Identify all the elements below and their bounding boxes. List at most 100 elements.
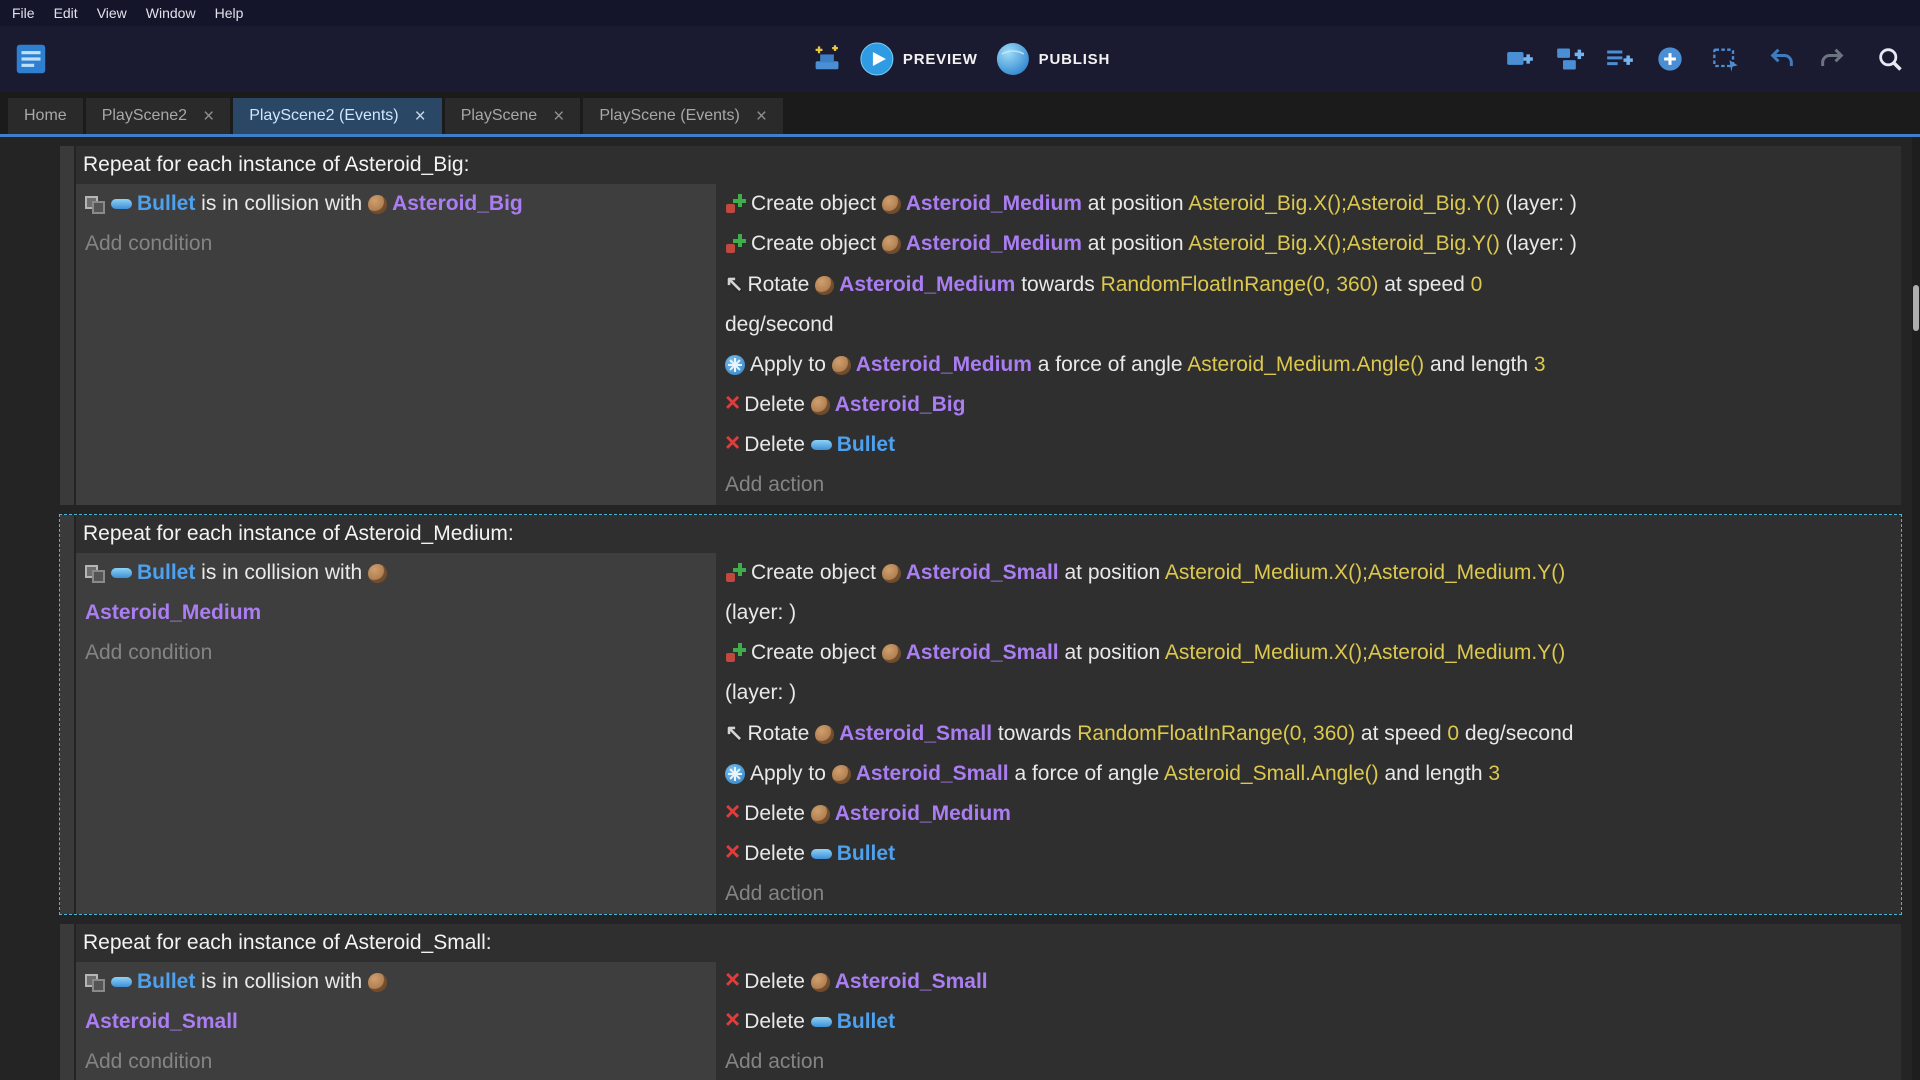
condition-row[interactable]: Bullet is in collision with Asteroid_Big xyxy=(85,184,707,224)
add-action-button[interactable]: Add action xyxy=(725,1042,1892,1080)
tab-playscene-events[interactable]: PlayScene (Events) × xyxy=(583,98,783,134)
build-button[interactable] xyxy=(810,43,842,75)
action-row[interactable]: Apply to Asteroid_Medium a force of angl… xyxy=(725,345,1892,385)
force-icon xyxy=(725,764,745,784)
close-icon[interactable]: × xyxy=(415,107,426,126)
add-action-button[interactable]: Add action xyxy=(725,465,1892,505)
action-row[interactable]: Create object Asteroid_Small at position… xyxy=(725,633,1892,713)
object-name: Bullet xyxy=(137,970,195,993)
conditions-column: Bullet is in collision with Asteroid_Sma… xyxy=(76,962,716,1080)
add-other-events-button[interactable] xyxy=(1656,45,1684,73)
text: is in collision with xyxy=(195,561,368,584)
action-row[interactable]: Create object Asteroid_Medium at positio… xyxy=(725,224,1892,264)
text: and length xyxy=(1379,762,1489,785)
text: (layer: ) xyxy=(1500,192,1577,215)
delete-icon: × xyxy=(725,838,740,864)
close-icon[interactable]: × xyxy=(203,107,214,126)
text: at speed xyxy=(1378,273,1470,296)
create-icon xyxy=(725,194,746,214)
project-manager-button[interactable] xyxy=(12,40,50,78)
add-comment-button[interactable] xyxy=(1606,45,1634,73)
asteroid-icon xyxy=(811,973,830,992)
tab-playscene2[interactable]: PlayScene2× xyxy=(86,98,231,134)
tab-playscene[interactable]: PlayScene× xyxy=(445,98,581,134)
event-drag-handle[interactable] xyxy=(60,924,74,1080)
expression: Asteroid_Medium.X();Asteroid_Medium.Y() xyxy=(1165,561,1565,584)
text: (layer: ) xyxy=(725,681,796,704)
condition-row[interactable]: Bullet is in collision with Asteroid_Med… xyxy=(85,553,707,633)
event-header[interactable]: Repeat for each instance of Asteroid_Sma… xyxy=(76,924,1901,962)
object-name: Asteroid_Big xyxy=(392,192,523,215)
action-row[interactable]: Create object Asteroid_Medium at positio… xyxy=(725,184,1892,224)
action-row[interactable]: ×Delete Bullet xyxy=(725,1002,1892,1042)
object-name: Asteroid_Medium xyxy=(906,192,1082,215)
text: Delete xyxy=(744,802,811,825)
undo-icon xyxy=(1768,45,1796,73)
add-event-button[interactable] xyxy=(1506,45,1534,73)
force-icon xyxy=(725,355,745,375)
expression: Asteroid_Small.Angle() xyxy=(1164,762,1379,785)
object-name: Bullet xyxy=(137,192,195,215)
rotate-icon: ↖ xyxy=(725,713,743,753)
actions-column: ×Delete Asteroid_Small×Delete BulletAdd … xyxy=(716,962,1901,1080)
add-action-button[interactable]: Add action xyxy=(725,874,1892,914)
event-header[interactable]: Repeat for each instance of Asteroid_Big… xyxy=(76,146,1901,184)
toolbar: PREVIEW PUBLISH xyxy=(0,26,1920,92)
event-header[interactable]: Repeat for each instance of Asteroid_Med… xyxy=(76,515,1901,553)
conditions-column: Bullet is in collision with Asteroid_Med… xyxy=(76,553,716,914)
add-condition-button[interactable]: Add condition xyxy=(85,224,707,264)
collision-icon xyxy=(85,973,106,992)
tab-label: Home xyxy=(24,107,67,125)
asteroid-icon xyxy=(882,195,901,214)
select-events-button[interactable] xyxy=(1712,45,1740,73)
preview-button[interactable]: PREVIEW xyxy=(860,42,978,76)
add-condition-button[interactable]: Add condition xyxy=(85,1042,707,1080)
close-icon[interactable]: × xyxy=(553,107,564,126)
event-drag-handle[interactable] xyxy=(60,515,74,914)
text: at position xyxy=(1059,561,1165,584)
preview-label: PREVIEW xyxy=(903,51,978,68)
object-name: Asteroid_Small xyxy=(856,762,1009,785)
object-name: Bullet xyxy=(837,1010,895,1033)
action-row[interactable]: ↖Rotate Asteroid_Medium towards RandomFl… xyxy=(725,264,1892,345)
menu-window[interactable]: Window xyxy=(140,3,209,23)
action-row[interactable]: ×Delete Asteroid_Medium xyxy=(725,794,1892,834)
menu-view[interactable]: View xyxy=(91,3,140,23)
menu-help[interactable]: Help xyxy=(209,3,257,23)
tab-playscene2-events[interactable]: PlayScene2 (Events) × xyxy=(233,98,442,134)
object-name: Asteroid_Small xyxy=(835,970,988,993)
action-row[interactable]: ×Delete Asteroid_Big xyxy=(725,385,1892,425)
condition-row[interactable]: Bullet is in collision with Asteroid_Sma… xyxy=(85,962,707,1042)
object-name: Asteroid_Medium xyxy=(906,232,1082,255)
add-subevent-button[interactable] xyxy=(1556,45,1584,73)
delete-icon: × xyxy=(725,1006,740,1032)
close-icon[interactable]: × xyxy=(756,107,767,126)
expression: Asteroid_Big.X();Asteroid_Big.Y() xyxy=(1188,192,1500,215)
text: (layer: ) xyxy=(1500,232,1577,255)
add-condition-button[interactable]: Add condition xyxy=(85,633,707,673)
expression: RandomFloatInRange(0, 360) xyxy=(1101,273,1379,296)
action-row[interactable]: ↖Rotate Asteroid_Small towards RandomFlo… xyxy=(725,713,1892,754)
search-button[interactable] xyxy=(1876,45,1904,73)
action-row[interactable]: ×Delete Bullet xyxy=(725,834,1892,874)
publish-button[interactable]: PUBLISH xyxy=(996,42,1110,76)
text: (layer: ) xyxy=(725,601,796,624)
action-row[interactable]: ×Delete Bullet xyxy=(725,425,1892,465)
menu-edit[interactable]: Edit xyxy=(48,3,91,23)
undo-button[interactable] xyxy=(1768,45,1796,73)
menu-file[interactable]: File xyxy=(6,3,48,23)
action-row[interactable]: Create object Asteroid_Small at position… xyxy=(725,553,1892,633)
redo-button[interactable] xyxy=(1818,45,1846,73)
action-row[interactable]: ×Delete Asteroid_Small xyxy=(725,962,1892,1002)
event-drag-handle[interactable] xyxy=(60,146,74,505)
text: Delete xyxy=(744,393,811,416)
action-row[interactable]: Apply to Asteroid_Small a force of angle… xyxy=(725,754,1892,794)
tab-label: PlayScene (Events) xyxy=(599,107,740,125)
expression: 3 xyxy=(1534,353,1546,376)
asteroid-icon xyxy=(368,564,387,583)
asteroid-icon xyxy=(815,725,834,744)
tab-label: PlayScene2 (Events) xyxy=(249,107,398,125)
scrollbar-track[interactable] xyxy=(1912,137,1920,1080)
tab-home[interactable]: Home xyxy=(8,98,83,134)
scrollbar-thumb[interactable] xyxy=(1913,285,1919,331)
